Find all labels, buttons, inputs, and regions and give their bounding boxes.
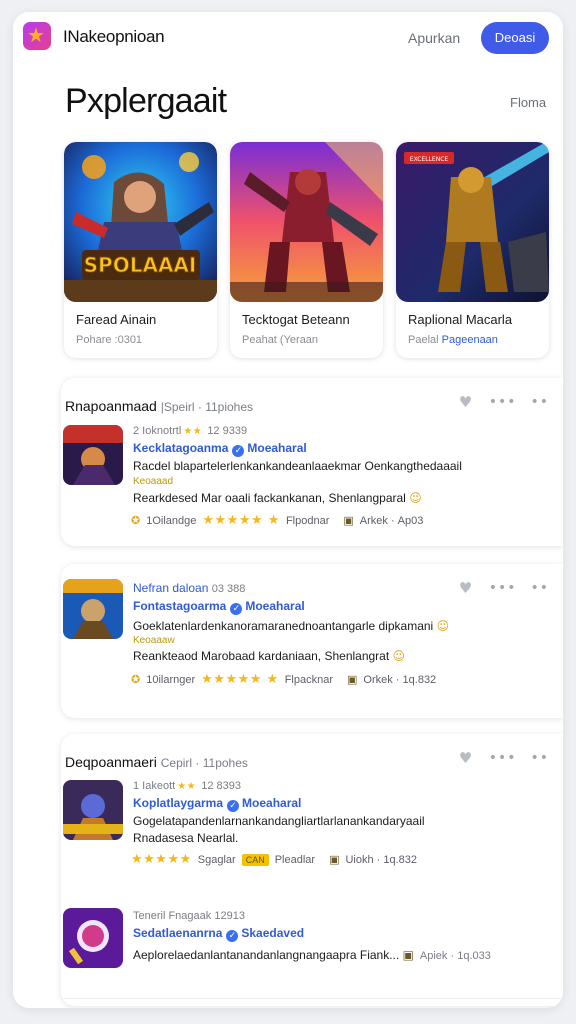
app-logo-star-icon[interactable] [23, 22, 51, 50]
heart-icon[interactable]: ♥ [459, 394, 475, 410]
featured-art [230, 142, 383, 302]
app-window: INakeopnioan Apurkan Deoasi Pxplergaait … [13, 12, 563, 1008]
more-dots-icon[interactable]: ••• [489, 394, 517, 410]
verified-badge-icon: ✓ [226, 930, 239, 942]
section-title: Deqpoanmaeri Cepirl · 11pohes [65, 754, 248, 770]
item-meta: Nefran daloan 03 388 [133, 581, 246, 595]
item-description: Aeplorelaedanlantanandanlangnangaapra Fi… [133, 948, 491, 962]
section-title: Rnapoanmaad |Speirl · 11piohes [65, 398, 254, 414]
smile-icon: ☺ [436, 619, 450, 633]
list-item[interactable]: 2 Ioknotrtl ★★ 12 9339 Kecklatagoanma ✓ Moe… [63, 425, 553, 535]
item-chip: CAN [241, 853, 269, 866]
smile-icon: ☺ [392, 649, 406, 663]
item-meta: Teneril Fnagaak 12913 [133, 910, 245, 922]
item-meta: 1 Iakeott ★★ 12 8393 [133, 780, 241, 792]
developer-name[interactable]: Kecklatagoanma ✓ Moeaharal [133, 441, 307, 457]
game-art-image [63, 579, 123, 639]
list-item[interactable]: 1 Iakeott ★★ 12 8393 Koplatlaygarma ✓ Moeah… [63, 780, 553, 880]
item-meta: 2 Ioknotrtl ★★ 12 9339 [133, 425, 248, 437]
game-art-image [230, 142, 383, 302]
art-badge-text: EXCELLENCE [410, 156, 449, 163]
primary-button[interactable]: Deoasi [481, 22, 549, 54]
game-art-image [63, 908, 123, 968]
verified-badge-icon: ✓ [227, 800, 240, 812]
item-description: Rearkdesed Mar oaali fackankanan, Shenla… [133, 491, 422, 505]
card-actions: ♥ ••• •• [459, 394, 549, 410]
developer-name[interactable]: Fontastagoarma ✓ Moeaharal [133, 599, 305, 615]
cube-icon: ▣ [329, 853, 340, 866]
app-name: INakeopnioan [63, 27, 165, 46]
game-list-card: ♥ ••• •• Nefran daloan 03 388 Fontastago… [61, 564, 563, 718]
featured-card[interactable]: EXCELLENCE Raplional Macarla Paelal Page… [396, 142, 549, 358]
game-thumbnail [63, 780, 123, 840]
page-title: Pxplergaait [65, 82, 227, 120]
game-thumbnail [63, 425, 123, 485]
featured-art: SPOLAAAI [64, 142, 217, 302]
item-description: Rnadasesa Nearlal. [133, 831, 239, 845]
smile-icon: ☺ [409, 491, 422, 505]
item-stats: ✪ 10ilarnger ★★★★★ ★ Flpacknar ▣ Orkek ·… [131, 672, 437, 687]
item-stats: ✪ 1Oilandge ★★★★★ ★ Flpodnar ▣ Arkek · A… [131, 513, 424, 528]
coin-icon: ✪ [131, 514, 141, 527]
item-description: Racdel blapartelerlenkankandeanlaaekmar … [133, 459, 462, 473]
item-stats: ★★★★★ Sgaglar CAN Pleadlar ▣ Uiokh · 1q.… [131, 852, 418, 867]
verified-badge-icon: ✓ [230, 603, 243, 615]
game-art-image: SPOLAAAI [64, 142, 217, 302]
game-list-card: Deqpoanmaeri Cepirl · 11pohes ♥ ••• •• 1… [61, 734, 563, 1006]
art-title-text: SPOLAAAI [84, 253, 197, 277]
star-rating: ★★★★★ [131, 852, 192, 867]
coin-icon: ✪ [131, 673, 141, 686]
featured-subtitle: Pohare :0301 [76, 334, 143, 346]
top-bar: INakeopnioan Apurkan Deoasi [13, 12, 563, 68]
game-art-image [63, 780, 123, 840]
featured-subtitle: Peahat (Yeraan [242, 334, 319, 346]
item-description: Reankteaod Marobaad kardaniaan, Shenlang… [133, 649, 406, 663]
developer-name[interactable]: Sedatlaenanrna ✓ Skaedaved [133, 926, 304, 942]
featured-subtitle: Paelal Pageenaan [408, 334, 498, 346]
nav-link[interactable]: Apurkan [408, 30, 460, 46]
list-item[interactable]: Teneril Fnagaak 12913 Sedatlaenanrna ✓ Ska… [63, 908, 553, 978]
item-tag: Keoaaaw [133, 635, 175, 646]
list-item[interactable]: Nefran daloan 03 388 Fontastagoarma ✓ Moea… [63, 579, 553, 699]
cube-icon: ▣ [343, 514, 354, 527]
game-art-image: EXCELLENCE [396, 142, 549, 302]
card-actions: ♥ ••• •• [459, 750, 549, 766]
star-rating: ★★★★★ ★ [201, 672, 279, 687]
cube-icon: ▣ [402, 948, 414, 962]
game-art-image [63, 425, 123, 485]
featured-art: EXCELLENCE [396, 142, 549, 302]
heart-icon[interactable]: ♥ [459, 750, 475, 766]
game-thumbnail [63, 579, 123, 639]
featured-card[interactable]: SPOLAAAI Faread Ainain Pohare :0301 [64, 142, 217, 358]
featured-card[interactable]: Tecktogat Beteann Peahat (Yeraan [230, 142, 383, 358]
more-dots-icon[interactable]: •• [530, 750, 549, 766]
item-description: Gogelatapandenlarnankandangliartlarlanan… [133, 814, 425, 828]
game-list-card: Rnapoanmaad |Speirl · 11piohes ♥ ••• •• … [61, 378, 563, 546]
item-description: Goeklatenlardenkanoramaranednoantangarle… [133, 619, 450, 633]
featured-name: Tecktogat Beteann [242, 312, 350, 327]
divider [61, 998, 563, 999]
developer-name[interactable]: Koplatlaygarma ✓ Moeaharal [133, 796, 301, 812]
featured-name: Raplional Macarla [408, 312, 513, 327]
more-dots-icon[interactable]: •• [530, 394, 549, 410]
featured-name: Faread Ainain [76, 312, 157, 327]
verified-badge-icon: ✓ [232, 445, 245, 457]
star-rating: ★★★★★ ★ [202, 513, 280, 528]
see-all-link[interactable]: Floma [510, 95, 546, 110]
cube-icon: ▣ [347, 673, 358, 686]
game-thumbnail [63, 908, 123, 968]
item-tag: Keoaaad [133, 476, 174, 487]
more-dots-icon[interactable]: ••• [489, 750, 517, 766]
